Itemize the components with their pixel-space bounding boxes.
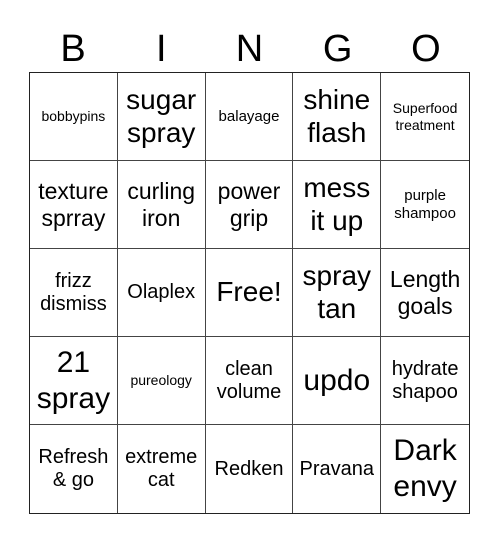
- bingo-cell[interactable]: power grip: [205, 161, 294, 249]
- bingo-cell[interactable]: updo: [293, 337, 382, 425]
- bingo-cell[interactable]: extreme cat: [118, 425, 206, 513]
- bingo-cell[interactable]: curling iron: [117, 161, 206, 249]
- bingo-cell[interactable]: pureology: [117, 337, 206, 425]
- bingo-cell[interactable]: frizz dismiss: [30, 249, 118, 337]
- bingo-cell[interactable]: sugar spray: [117, 73, 206, 161]
- bingo-cell[interactable]: Pravana: [293, 425, 382, 513]
- bingo-header: B I N G O: [29, 26, 470, 72]
- bingo-cell[interactable]: texture sprray: [30, 161, 118, 249]
- bingo-cell[interactable]: spray tan: [293, 249, 382, 337]
- bingo-cell[interactable]: Dark envy: [381, 425, 469, 513]
- free-space-cell[interactable]: Free!: [205, 249, 294, 337]
- bingo-cell[interactable]: 21 spray: [30, 337, 118, 425]
- bingo-cell[interactable]: mess it up: [293, 161, 382, 249]
- bingo-board: bobbypins sugar spray balayage shine fla…: [29, 72, 470, 514]
- bingo-cell[interactable]: Olaplex: [117, 249, 206, 337]
- bingo-cell[interactable]: Length goals: [381, 249, 469, 337]
- bingo-cell[interactable]: clean volume: [205, 337, 294, 425]
- header-letter-n: N: [235, 28, 264, 70]
- bingo-cell[interactable]: purple shampoo: [381, 161, 469, 249]
- header-letter-g: G: [322, 28, 353, 70]
- bingo-cell[interactable]: balayage: [205, 73, 294, 161]
- bingo-cell[interactable]: Refresh & go: [30, 425, 118, 513]
- bingo-cell[interactable]: shine flash: [293, 73, 382, 161]
- header-letter-b: B: [60, 28, 86, 70]
- bingo-cell[interactable]: hydrate shapoo: [381, 337, 469, 425]
- bingo-cell[interactable]: Redken: [206, 425, 294, 513]
- bingo-cell[interactable]: Superfood treatment: [381, 73, 469, 161]
- header-letter-i: I: [156, 28, 167, 70]
- bingo-cell[interactable]: bobbypins: [30, 73, 118, 161]
- header-letter-o: O: [411, 28, 441, 70]
